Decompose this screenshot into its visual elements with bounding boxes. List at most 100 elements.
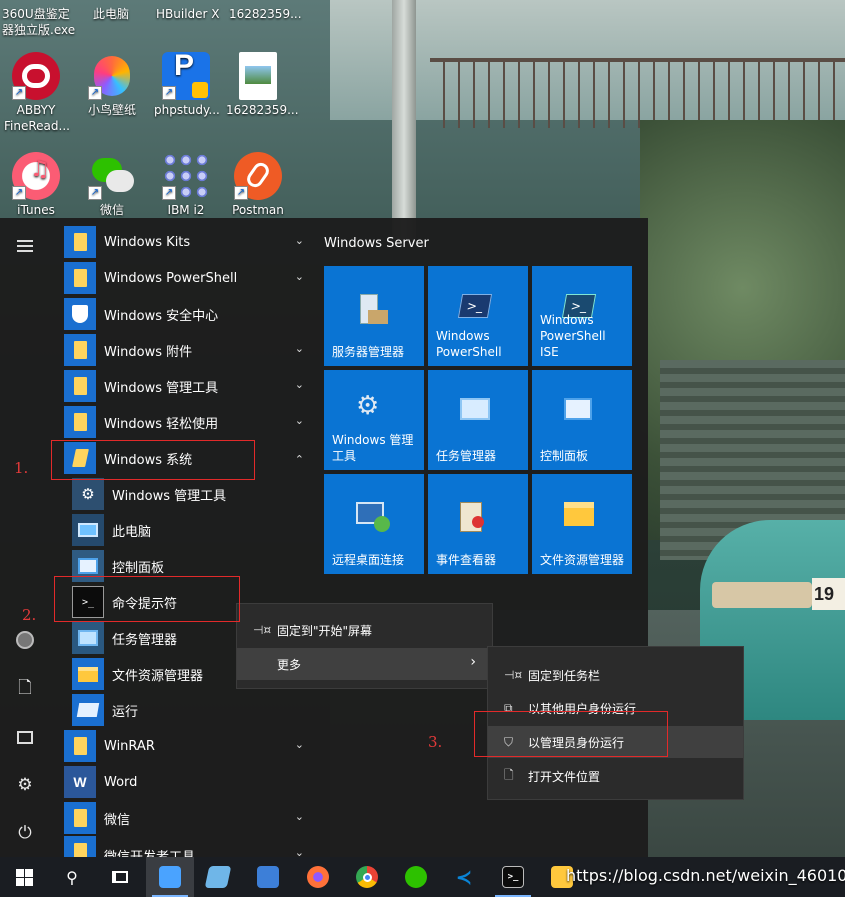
annotation-step-3: 3.	[428, 733, 443, 751]
settings-button[interactable]: ⚙	[0, 767, 50, 803]
taskbar-control-panel[interactable]	[146, 857, 194, 897]
desktop-icon-image-file[interactable]: 16282359...	[226, 52, 299, 118]
desktop-icon-abbyy[interactable]: ↗ ABBYY FineRead...	[4, 52, 70, 134]
menu-item-pin-to-taskbar[interactable]: ⊣¤ 固定到任务栏	[488, 659, 743, 691]
image-file-icon	[239, 52, 277, 100]
app-windows-admin-tools[interactable]: Windows 管理工具 ⌄	[64, 368, 312, 404]
account-button[interactable]	[0, 622, 50, 658]
wallpaper-pole	[392, 0, 416, 240]
desktop-label-file[interactable]: 16282359...	[229, 6, 302, 22]
app-windows-accessories[interactable]: Windows 附件 ⌄	[64, 332, 312, 368]
taskbar-notepad[interactable]	[194, 857, 242, 897]
task-view-button[interactable]	[96, 857, 144, 897]
tile-file-explorer[interactable]: 文件资源管理器	[532, 474, 632, 574]
this-pc-icon	[72, 514, 104, 546]
watermark-url: https://blog.csdn.net/weixin_46010646	[566, 866, 845, 885]
taskbar-vscode[interactable]: ≺	[440, 857, 488, 897]
tile-label: 服务器管理器	[332, 345, 405, 359]
start-button[interactable]	[0, 857, 48, 897]
tile-control-panel[interactable]: 控制面板	[532, 370, 632, 470]
desktop-icon-ibm-i2[interactable]: ↗ IBM i2	[154, 152, 218, 218]
desktop-icon-bird-wallpaper[interactable]: ↗ 小鸟壁纸	[80, 52, 144, 118]
pictures-button[interactable]	[0, 719, 50, 755]
desktop-icon-label: 16282359...	[226, 103, 299, 117]
menu-item-more[interactable]: 更多 ›	[237, 648, 492, 680]
bird-wallpaper-icon: ↗	[88, 52, 136, 100]
app-windows-powershell[interactable]: Windows PowerShell ⌄	[64, 260, 312, 296]
power-icon: ⏻	[18, 823, 32, 843]
search-icon: ⚲	[66, 867, 78, 887]
shield-icon	[64, 298, 96, 330]
app-windows-security[interactable]: Windows 安全中心	[64, 296, 312, 332]
control-panel-icon	[159, 866, 181, 888]
desktop-label-this-pc[interactable]: 此电脑	[93, 6, 129, 22]
desktop-icon-label: iTunes	[17, 203, 55, 217]
wechat-icon: ↗	[88, 152, 136, 200]
app-sub-admin-tools[interactable]: ⚙ Windows 管理工具	[72, 476, 312, 512]
vscode-icon: ≺	[455, 865, 473, 889]
file-explorer-icon	[72, 658, 104, 690]
desktop-icon-phpstudy[interactable]: P ↗ phpstudy...	[154, 51, 220, 118]
wallpaper-car-plate: 19	[812, 578, 845, 610]
chevron-down-icon: ⌄	[294, 342, 304, 355]
annotation-box-2	[54, 576, 240, 622]
tile-server-manager[interactable]: 服务器管理器	[324, 266, 424, 366]
app-winrar[interactable]: WinRAR ⌄	[64, 728, 312, 764]
desktop-icon-itunes[interactable]: ♫ ↗ iTunes	[4, 152, 68, 218]
taskbar-remote-desktop[interactable]	[244, 857, 292, 897]
folder-icon	[64, 334, 96, 366]
search-button[interactable]: ⚲	[48, 857, 96, 897]
task-manager-icon	[72, 622, 104, 654]
chevron-down-icon: ⌄	[294, 810, 304, 823]
tile-label: 事件查看器	[436, 553, 497, 567]
tile-event-viewer[interactable]: 事件查看器	[428, 474, 528, 574]
desktop-icon-label: 微信	[99, 203, 124, 217]
taskbar-firefox[interactable]	[294, 857, 342, 897]
app-label: WinRAR	[104, 738, 155, 754]
taskbar-chrome[interactable]	[343, 857, 391, 897]
taskbar-wechat[interactable]	[392, 857, 440, 897]
tile-admin-tools[interactable]: ⚙ Windows 管理工具	[324, 370, 424, 470]
power-button[interactable]: ⏻	[0, 815, 50, 851]
app-label: Windows Kits	[104, 234, 191, 250]
start-menu-rail: 🗋 ⚙ ⏻	[0, 218, 50, 857]
desktop-label-360u-line2[interactable]: 器独立版.exe	[2, 22, 75, 38]
ibm-i2-icon: ↗	[162, 152, 210, 200]
menu-item-pin-to-start[interactable]: ⊣¤ 固定到"开始"屏幕	[237, 614, 492, 646]
chrome-icon	[356, 866, 378, 888]
app-windows-kits[interactable]: Windows Kits ⌄	[64, 224, 312, 260]
tile-powershell-ise[interactable]: >_ Windows PowerShell ISE	[532, 266, 632, 366]
app-word[interactable]: W Word	[64, 764, 312, 800]
tile-label: 任务管理器	[436, 449, 497, 463]
folder-icon	[64, 730, 96, 762]
documents-button[interactable]: 🗋	[0, 671, 50, 707]
taskbar-cmd[interactable]: >_	[489, 857, 537, 897]
tile-task-manager[interactable]: 任务管理器	[428, 370, 528, 470]
app-label: 此电脑	[112, 524, 152, 540]
folder-icon	[64, 406, 96, 438]
menu-item-label: 打开文件位置	[528, 769, 601, 784]
tile-powershell[interactable]: >_ Windows PowerShell	[428, 266, 528, 366]
app-label: Windows 管理工具	[104, 380, 219, 396]
menu-item-label: 更多	[277, 657, 302, 672]
desktop-icon-label: 小鸟壁纸	[87, 103, 136, 117]
hamburger-icon[interactable]	[17, 240, 33, 252]
document-icon: 🗋	[18, 677, 32, 698]
menu-item-open-file-location[interactable]: 🗋 打开文件位置	[488, 760, 743, 792]
desktop-icon-postman[interactable]: ↗ Postman	[226, 152, 290, 218]
app-wechat-devtools[interactable]: 微信开发者工具 ⌄	[64, 836, 312, 857]
app-sub-this-pc[interactable]: 此电脑	[72, 512, 312, 548]
tile-remote-desktop[interactable]: 远程桌面连接	[324, 474, 424, 574]
annotation-step-2: 2.	[22, 606, 37, 624]
app-sub-run[interactable]: 运行	[72, 692, 312, 728]
app-label: Word	[104, 774, 138, 790]
app-wechat-folder[interactable]: 微信 ⌄	[64, 800, 312, 836]
desktop-label-hbuilder[interactable]: HBuilder X	[156, 6, 220, 22]
wechat-icon	[405, 866, 427, 888]
desktop-icon-wechat[interactable]: ↗ 微信	[80, 152, 144, 218]
app-windows-ease-of-access[interactable]: Windows 轻松使用 ⌄	[64, 404, 312, 440]
postman-icon: ↗	[234, 152, 282, 200]
folder-icon	[64, 802, 96, 834]
annotation-step-1: 1.	[14, 459, 29, 477]
desktop-label-360u-line1[interactable]: 360U盘鉴定	[2, 6, 70, 22]
